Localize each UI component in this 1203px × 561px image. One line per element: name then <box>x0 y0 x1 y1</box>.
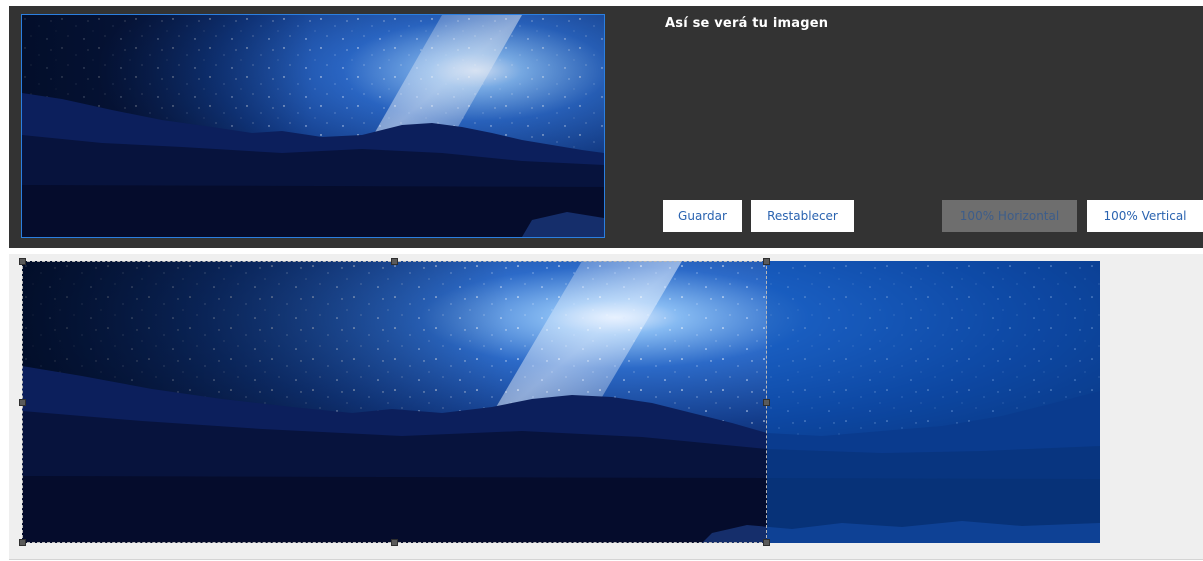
reset-button[interactable]: Restablecer <box>751 200 854 232</box>
save-button[interactable]: Guardar <box>663 200 742 232</box>
crop-handle-top-right[interactable] <box>763 258 770 265</box>
crop-handle-top[interactable] <box>391 258 398 265</box>
crop-selection[interactable] <box>19 258 770 546</box>
crop-handle-bottom-left[interactable] <box>19 539 26 546</box>
crop-handle-bottom-right[interactable] <box>763 539 770 546</box>
preview-panel: Así se verá tu imagen Guardar Restablece… <box>9 6 1203 248</box>
night-sky-mountain-image <box>22 15 604 237</box>
crop-handle-top-left[interactable] <box>19 258 26 265</box>
fit-horizontal-button[interactable]: 100% Horizontal <box>942 200 1077 232</box>
crop-outside-overlay <box>767 261 1100 543</box>
crop-handle-left[interactable] <box>19 399 26 406</box>
fit-vertical-button[interactable]: 100% Vertical <box>1087 200 1203 232</box>
preview-image <box>21 14 605 238</box>
preview-title: Así se verá tu imagen <box>665 16 829 31</box>
crop-editor-area <box>9 254 1203 560</box>
image-crop-editor: Así se verá tu imagen Guardar Restablece… <box>0 0 1203 561</box>
crop-handle-bottom[interactable] <box>391 539 398 546</box>
crop-handle-right[interactable] <box>763 399 770 406</box>
